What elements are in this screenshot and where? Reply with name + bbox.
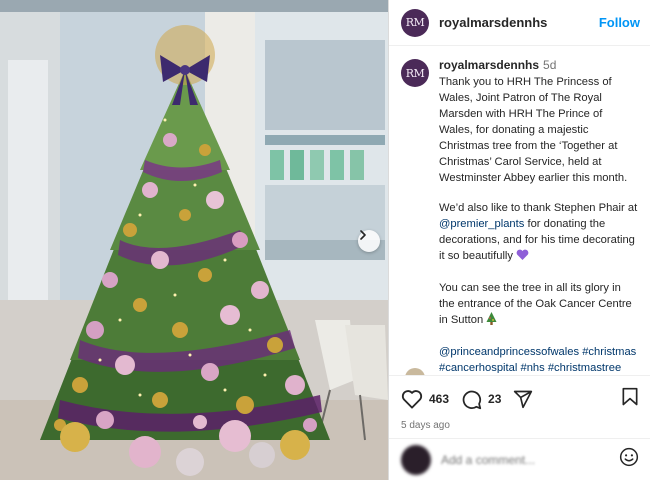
- post-header: RM royalmarsdennhs Follow: [389, 0, 650, 46]
- send-icon: [514, 390, 533, 409]
- action-row: 463 23: [401, 386, 639, 412]
- caption-para-1: royalmarsdennhs 5d Thank you to HRH The P…: [439, 57, 639, 186]
- like-button[interactable]: 463: [401, 389, 461, 409]
- share-button[interactable]: [513, 389, 533, 409]
- save-button[interactable]: [621, 387, 639, 412]
- post-image[interactable]: [0, 0, 388, 480]
- caption-area: RM royalmarsdennhs 5d Thank you to HRH Th…: [389, 47, 650, 373]
- caption-avatar[interactable]: RM: [401, 59, 429, 87]
- heart-icon: [401, 390, 423, 409]
- caption-text-3: You can see the tree in all its glory in…: [439, 282, 632, 326]
- bookmark-icon: [622, 387, 638, 405]
- follow-button[interactable]: Follow: [599, 15, 640, 30]
- mention-premier-plants[interactable]: @premier_plants: [439, 218, 524, 230]
- caption-time: 5d: [543, 58, 557, 72]
- caption-avatar-initials: RM: [405, 66, 425, 80]
- likes-count[interactable]: 463: [429, 392, 449, 406]
- caption-username[interactable]: royalmarsdennhs: [439, 58, 539, 72]
- caption-para-3: You can see the tree in all its glory in…: [439, 280, 639, 330]
- caption-para-2: We’d also like to thank Stephen Phair at…: [439, 200, 639, 266]
- comment-bar: [389, 438, 650, 480]
- caption-body: royalmarsdennhs 5d Thank you to HRH The P…: [439, 57, 639, 373]
- christmas-tree-photo: [0, 0, 388, 480]
- post-timestamp[interactable]: 5 days ago: [401, 420, 639, 431]
- avatar[interactable]: RM: [401, 8, 429, 37]
- comments-count[interactable]: 23: [488, 392, 501, 406]
- purple-heart-icon: [516, 249, 529, 266]
- post-side-panel: RM royalmarsdennhs Follow RM royalmarsde…: [388, 0, 650, 480]
- comment-button[interactable]: 23: [461, 389, 513, 410]
- chevron-right-icon: [360, 230, 366, 240]
- current-user-avatar: [401, 444, 431, 475]
- comment-input[interactable]: [441, 452, 611, 467]
- christmas-tree-icon: [486, 312, 497, 330]
- smiley-icon: [619, 447, 639, 467]
- avatar-initials: RM: [405, 16, 425, 29]
- carousel-next-button[interactable]: [358, 230, 380, 252]
- comment-icon: [462, 390, 482, 409]
- post-actions: 463 23 5 days ago: [389, 375, 650, 431]
- header-username[interactable]: royalmarsdennhs: [439, 15, 547, 30]
- caption-text-1: Thank you to HRH The Princess of Wales, …: [439, 76, 628, 184]
- caption-text-2a: We’d also like to thank Stephen Phair at: [439, 202, 638, 214]
- emoji-button[interactable]: [619, 447, 639, 472]
